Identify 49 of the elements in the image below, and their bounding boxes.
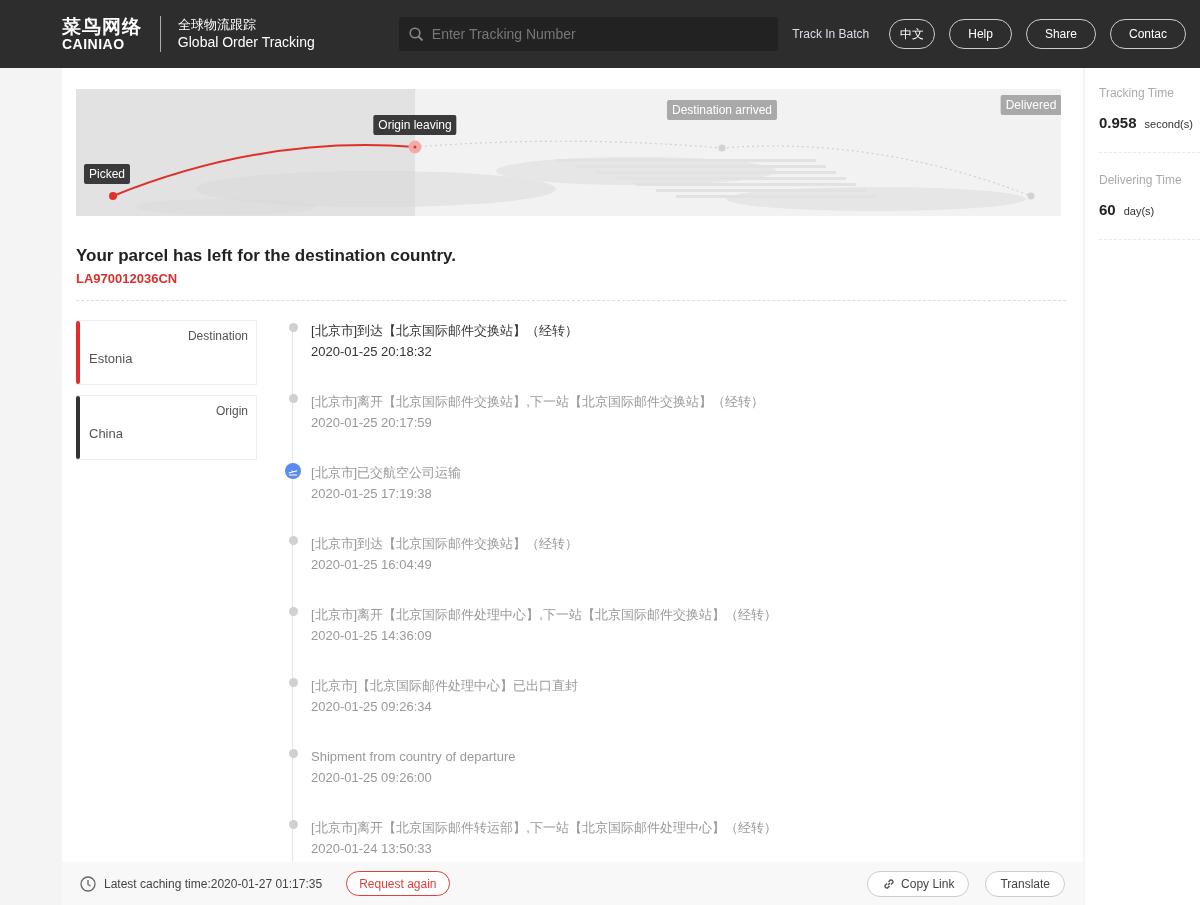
plane-icon — [285, 463, 301, 479]
site-subtitle: Global Order Tracking — [177, 33, 315, 53]
event-text: [北京市]到达【北京国际邮件交换站】（经转） — [311, 322, 579, 340]
event-time: 2020-01-25 17:19:38 — [311, 485, 433, 503]
track-in-batch-link[interactable]: Track In Batch — [792, 27, 870, 41]
timeline-dot — [288, 820, 298, 829]
timeline-dot — [288, 323, 298, 332]
stat-label: Delivering Time — [1099, 173, 1183, 187]
event-time: 2020-01-25 14:36:09 — [311, 627, 433, 645]
location-label: Destination — [187, 329, 248, 343]
clock-icon — [80, 875, 96, 892]
location-country: China — [89, 426, 124, 441]
stat-value: 0.958 — [1099, 114, 1137, 131]
stat-value: 60 — [1099, 201, 1116, 218]
caching-time-text: Latest caching time:2020-01-27 01:17:35 — [104, 876, 323, 891]
timeline-dot — [288, 749, 298, 758]
search-field[interactable]: Enter Tracking Number — [398, 17, 779, 51]
milestone-label: Delivered — [1000, 95, 1061, 115]
site-subtitle: 全球物流跟踪 — [177, 15, 257, 34]
location-country: Estonia — [89, 351, 134, 366]
timeline-dot — [288, 536, 298, 545]
stat-label: Tracking Time — [1099, 86, 1175, 100]
event-text: [北京市]到达【北京国际邮件交换站】（经转） — [311, 535, 579, 553]
timeline-dot — [288, 607, 298, 616]
logo-text: 菜鸟网络 — [62, 16, 142, 37]
logo-text: CAINIAO — [62, 36, 125, 52]
location-label: Origin — [216, 404, 248, 418]
link-icon — [882, 876, 897, 891]
event-time: 2020-01-25 16:04:49 — [311, 556, 433, 574]
event-time: 2020-01-25 20:18:32 — [311, 343, 433, 361]
timeline-dot — [288, 678, 298, 687]
request-again-button[interactable]: Request again — [346, 871, 450, 896]
timeline-dot — [288, 394, 298, 403]
milestone-label: Destination arrived — [666, 100, 778, 120]
event-time: 2020-01-25 09:26:34 — [311, 698, 433, 716]
translate-button[interactable]: Translate — [985, 870, 1065, 897]
tracking-number: LA970012036CN — [76, 271, 179, 286]
event-text: Shipment from country of departure — [311, 748, 516, 766]
event-time: 2020-01-25 20:17:59 — [311, 414, 433, 432]
copy-link-button[interactable]: Copy Link — [867, 870, 970, 897]
event-text: [北京市]已交航空公司运输 — [311, 464, 462, 482]
event-text: [北京市]【北京国际邮件处理中心】已出口直封 — [311, 677, 579, 695]
milestone-label: Picked — [84, 164, 130, 184]
status-title: Your parcel has left for the destination country. — [76, 246, 458, 266]
event-time: 2020-01-24 13:50:33 — [311, 840, 433, 858]
stat-unit: day(s) — [1123, 205, 1155, 217]
stat-unit: second(s) — [1144, 118, 1193, 130]
event-time: 2020-01-25 09:26:00 — [311, 769, 433, 787]
milestone-label: Origin leaving — [373, 115, 457, 135]
